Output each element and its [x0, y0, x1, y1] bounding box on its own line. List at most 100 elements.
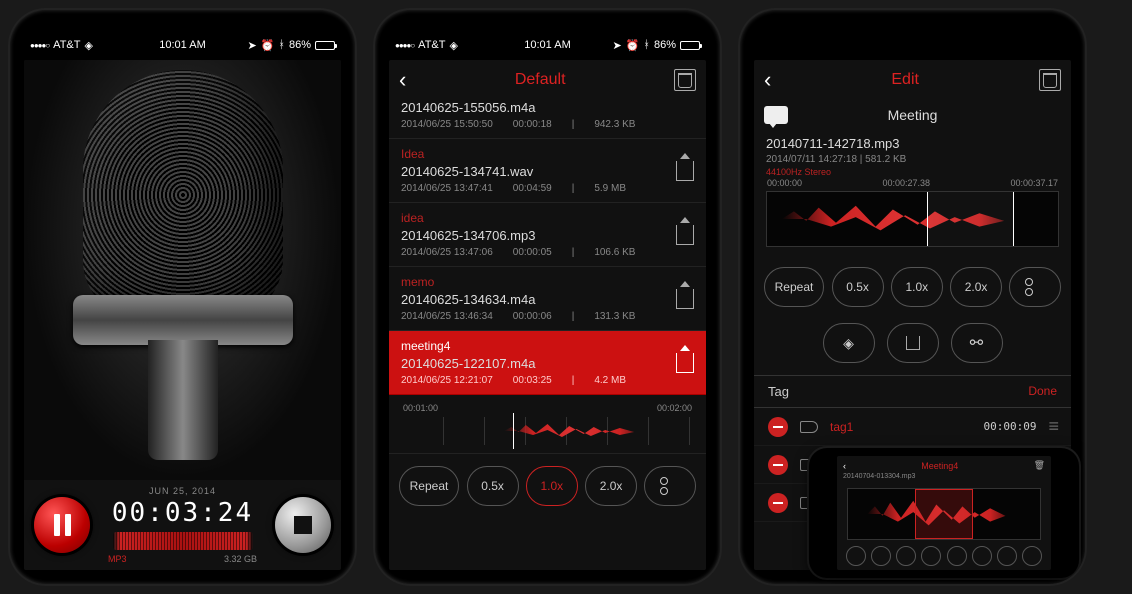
- tag-icon: [843, 335, 854, 352]
- share-button[interactable]: [676, 289, 694, 309]
- row-date: 2014/06/25 12:21:07: [401, 375, 493, 386]
- wave-time-mark: 00:00:27.38: [882, 178, 930, 188]
- row-date: 2014/06/25 13:46:34: [401, 311, 493, 322]
- tag-add-button[interactable]: [823, 323, 875, 363]
- trash-button[interactable]: [674, 69, 696, 91]
- back-button[interactable]: ‹: [764, 67, 771, 93]
- wave-time-start: 00:00:00: [767, 178, 802, 188]
- row-duration: 00:03:25: [513, 375, 552, 386]
- clock-label: 10:01 AM: [159, 39, 205, 51]
- wave-time-end: 00:00:37.17: [1010, 178, 1058, 188]
- row-file: 20140625-134634.m4a: [401, 292, 694, 307]
- mini-waveform[interactable]: [847, 488, 1041, 540]
- record-size-label: 3.32 GB: [224, 554, 257, 564]
- delete-tag-button[interactable]: [768, 493, 788, 513]
- row-size: 942.3 KB: [594, 119, 635, 130]
- waveform-selection[interactable]: [927, 192, 1014, 246]
- export-button[interactable]: [887, 323, 939, 363]
- repeat-button[interactable]: Repeat: [399, 466, 460, 506]
- clock-label: 10:01 AM: [524, 39, 570, 51]
- speed-2x-button[interactable]: 2.0x: [585, 466, 637, 506]
- tag-time: 00:00:09: [984, 420, 1037, 433]
- battery-pct-label: 86%: [654, 39, 676, 51]
- row-title: idea: [401, 211, 694, 225]
- speed-0-5x-button[interactable]: 0.5x: [832, 267, 884, 307]
- waveform[interactable]: [403, 417, 692, 445]
- timeline[interactable]: 00:01:00 00:02:00: [389, 395, 706, 454]
- mini-control[interactable]: [921, 546, 941, 566]
- mini-title: Meeting4: [921, 461, 958, 471]
- speed-1x-button[interactable]: 1.0x: [526, 466, 578, 506]
- wifi-icon: ◈: [84, 39, 92, 52]
- location-icon: ➤: [612, 39, 621, 52]
- row-date: 2014/06/25 13:47:41: [401, 183, 493, 194]
- back-button[interactable]: ‹: [843, 461, 846, 471]
- row-duration: 00:00:18: [513, 119, 552, 130]
- location-icon: ➤: [247, 39, 256, 52]
- alarm-icon: ⏰: [261, 39, 275, 52]
- delete-tag-button[interactable]: [768, 417, 788, 437]
- mini-control[interactable]: [972, 546, 992, 566]
- row-duration: 00:00:06: [513, 311, 552, 322]
- pause-icon: [54, 514, 71, 536]
- row-file: 20140625-134706.mp3: [401, 228, 694, 243]
- row-file: 20140625-122107.m4a: [401, 356, 694, 371]
- stop-button[interactable]: [275, 497, 331, 553]
- signal-icon: [395, 39, 414, 51]
- mini-control[interactable]: [1022, 546, 1042, 566]
- record-format-label: MP3: [108, 554, 127, 564]
- row-duration: 00:00:05: [513, 247, 552, 258]
- drag-handle[interactable]: ≡: [1048, 416, 1057, 437]
- recording-row[interactable]: memo 20140625-134634.m4a 2014/06/25 13:4…: [389, 267, 706, 331]
- speed-1x-button[interactable]: 1.0x: [891, 267, 943, 307]
- row-duration: 00:04:59: [513, 183, 552, 194]
- speed-0-5x-button[interactable]: 0.5x: [467, 466, 519, 506]
- record-timer: 00:03:24: [100, 498, 265, 528]
- share-button[interactable]: [676, 225, 694, 245]
- row-file: 20140625-155056.m4a: [401, 100, 694, 115]
- recording-row[interactable]: 20140625-155056.m4a 2014/06/25 15:50:50 …: [389, 100, 706, 139]
- mini-control[interactable]: [997, 546, 1017, 566]
- recording-row-selected[interactable]: meeting4 20140625-122107.m4a 2014/06/25 …: [389, 331, 706, 395]
- recording-row[interactable]: Idea 20140625-134741.wav 2014/06/25 13:4…: [389, 139, 706, 203]
- trim-button[interactable]: [644, 466, 696, 506]
- link-button[interactable]: [951, 323, 1003, 363]
- share-button[interactable]: [676, 353, 694, 373]
- phone-edit-screen: ‹ Edit Meeting 20140711-142718.mp3 2014/…: [740, 10, 1085, 584]
- row-size: 5.9 MB: [594, 183, 626, 194]
- back-button[interactable]: ‹: [399, 67, 406, 93]
- mini-selection[interactable]: [915, 489, 973, 539]
- recording-row[interactable]: idea 20140625-134706.mp3 2014/06/25 13:4…: [389, 203, 706, 267]
- timeline-time-right: 00:02:00: [657, 403, 692, 413]
- group-label: Meeting: [888, 107, 938, 123]
- waveform-mini: [113, 532, 253, 550]
- mini-filename: 20140704-013304.mp3: [843, 471, 1045, 482]
- delete-tag-button[interactable]: [768, 455, 788, 475]
- landscape-preview-phone: ‹ Meeting4 🗑 20140704-013304.mp3: [809, 448, 1079, 578]
- trash-button[interactable]: [1039, 69, 1061, 91]
- pause-button[interactable]: [34, 497, 90, 553]
- speed-2x-button[interactable]: 2.0x: [950, 267, 1002, 307]
- mini-control[interactable]: [947, 546, 967, 566]
- waveform-editor[interactable]: 00:00:00 00:00:27.38 00:00:37.17: [766, 191, 1059, 247]
- row-size: 4.2 MB: [594, 375, 626, 386]
- mini-control[interactable]: [871, 546, 891, 566]
- phone-list-screen: AT&T ◈ 10:01 AM ➤ ⏰ ᚼ 86% ‹ Default 2014…: [375, 10, 720, 584]
- alarm-icon: ⏰: [626, 39, 640, 52]
- wifi-icon: ◈: [449, 39, 457, 52]
- microphone-visual: [24, 60, 341, 480]
- edit-title: Edit: [891, 71, 919, 89]
- repeat-button[interactable]: Repeat: [764, 267, 825, 307]
- mini-control[interactable]: [846, 546, 866, 566]
- message-button[interactable]: [764, 106, 788, 124]
- trim-button[interactable]: [1009, 267, 1061, 307]
- tag-row[interactable]: tag1 00:00:09 ≡: [754, 408, 1071, 446]
- mini-control[interactable]: [896, 546, 916, 566]
- trash-icon[interactable]: 🗑: [1034, 460, 1045, 471]
- playhead[interactable]: [513, 413, 514, 449]
- row-size: 131.3 KB: [594, 311, 635, 322]
- done-button[interactable]: Done: [1028, 384, 1057, 399]
- scissors-icon: [660, 477, 680, 495]
- share-button[interactable]: [676, 161, 694, 181]
- row-title: meeting4: [401, 339, 694, 353]
